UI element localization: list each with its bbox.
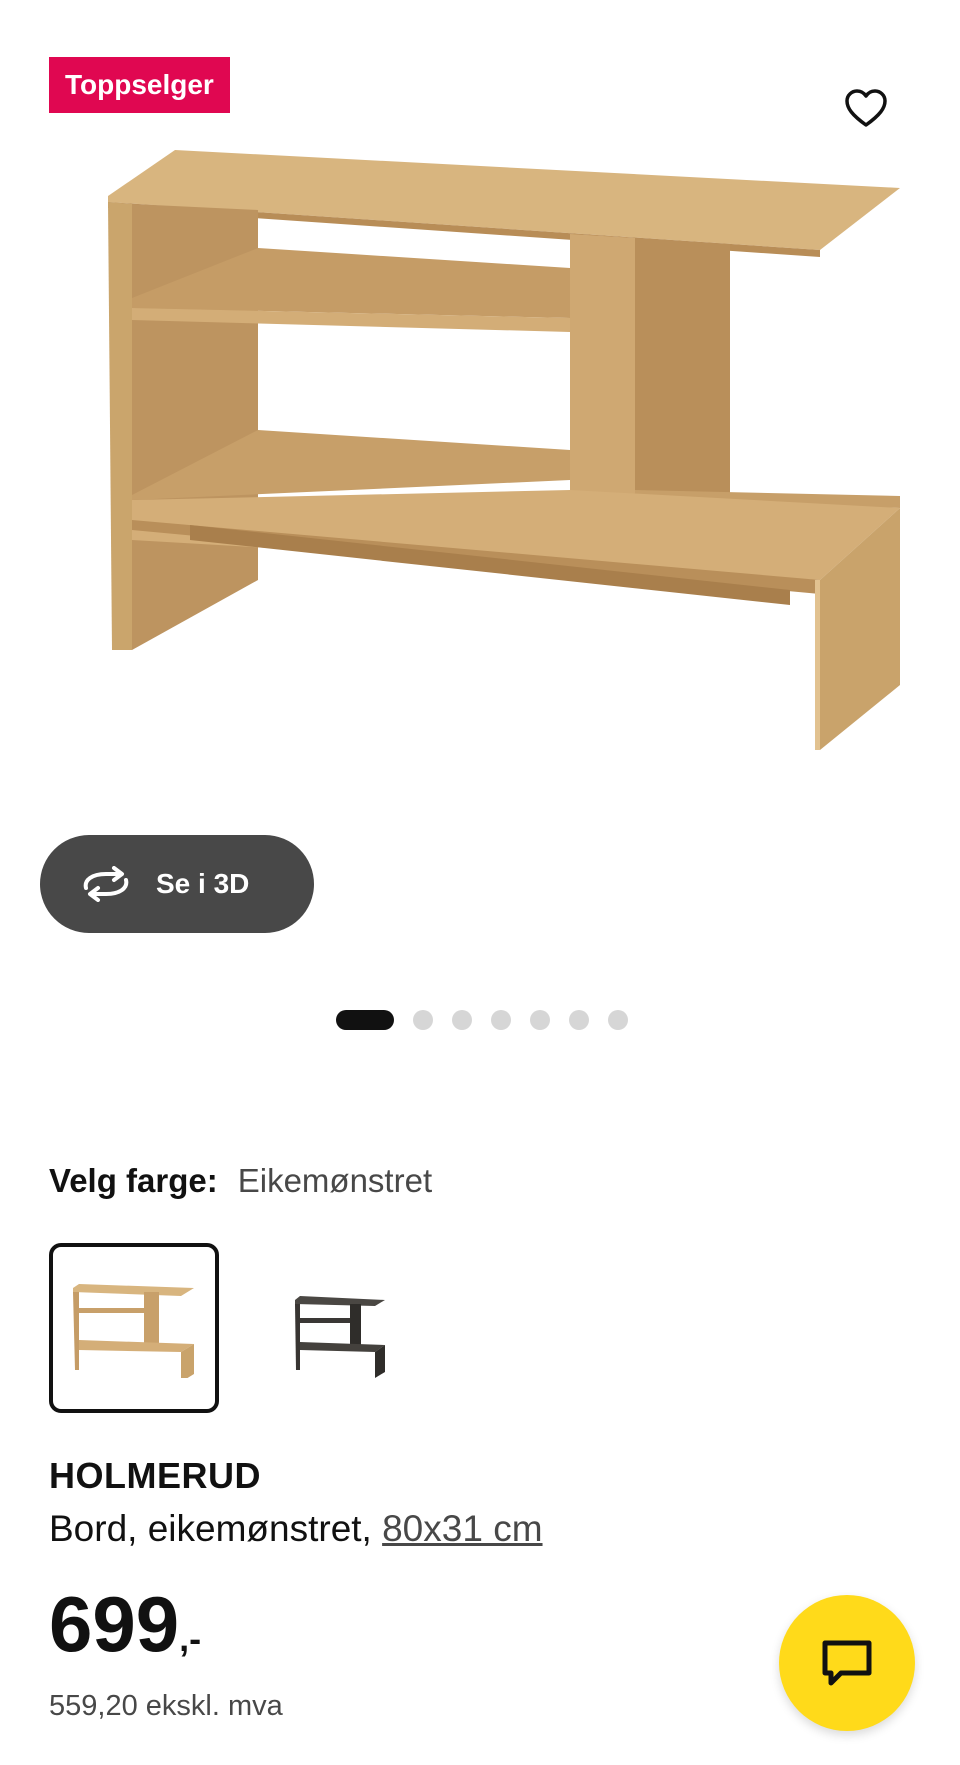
carousel-dot[interactable] — [452, 1010, 472, 1030]
selected-color-value: Eikemønstret — [237, 1162, 433, 1199]
carousel-dot[interactable] — [413, 1010, 433, 1030]
color-label: Velg farge: — [49, 1162, 218, 1199]
color-selector-label: Velg farge: Eikemønstret — [49, 1162, 432, 1200]
oak-swatch-thumbnail — [73, 1284, 194, 1378]
color-swatch-oak[interactable] — [49, 1243, 219, 1413]
product-description: Bord, eikemønstret, 80x31 cm — [49, 1508, 543, 1550]
view-in-3d-button[interactable]: Se i 3D — [40, 835, 314, 933]
dark-swatch-thumbnail — [295, 1296, 385, 1378]
chat-button[interactable] — [779, 1595, 915, 1731]
price-excluding-vat: 559,20 ekskl. mva — [49, 1690, 283, 1722]
product-image — [108, 150, 900, 750]
price-main: 699 — [49, 1580, 180, 1668]
carousel-dot[interactable] — [608, 1010, 628, 1030]
product-price: 699,- — [49, 1585, 201, 1663]
product-type: Bord, eikemønstret, — [49, 1508, 383, 1549]
view-in-3d-label: Se i 3D — [156, 868, 250, 899]
carousel-dot[interactable] — [336, 1010, 394, 1030]
carousel-dot[interactable] — [491, 1010, 511, 1030]
carousel-dot[interactable] — [530, 1010, 550, 1030]
product-name: HOLMERUD — [49, 1455, 261, 1496]
carousel-dot[interactable] — [569, 1010, 589, 1030]
rotate-3d-icon — [80, 864, 136, 904]
color-swatch-dark[interactable] — [240, 1243, 410, 1413]
price-decimal: ,- — [179, 1618, 202, 1659]
carousel-indicator — [336, 1010, 628, 1030]
toppselger-badge: Toppselger — [49, 57, 230, 113]
product-size-link[interactable]: 80x31 cm — [382, 1508, 542, 1549]
chat-bubble-icon — [822, 1640, 872, 1686]
